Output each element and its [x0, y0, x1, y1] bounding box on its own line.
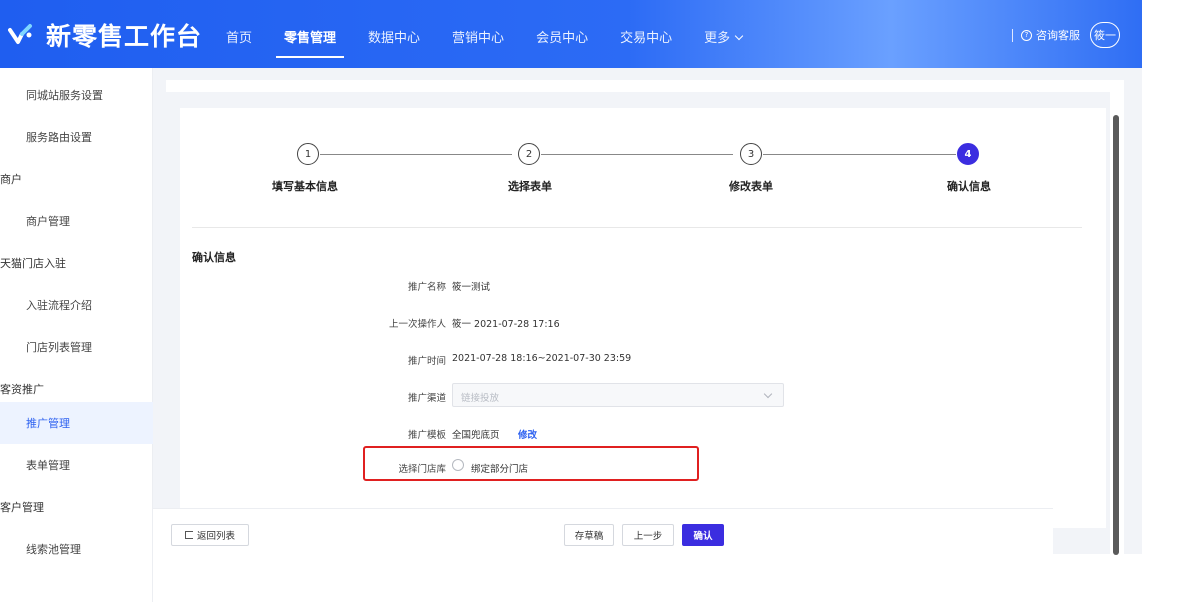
sidebar-item-merchant-manage[interactable]: 商户管理 — [0, 200, 153, 242]
divider — [192, 227, 1082, 228]
nav-item-marketing[interactable]: 营销中心 — [452, 0, 504, 68]
confirm-button[interactable]: 确认 — [682, 524, 724, 546]
user-avatar[interactable]: 筱一 — [1090, 22, 1120, 48]
sidebar-item-form-manage[interactable]: 表单管理 — [0, 444, 153, 486]
step-connector — [320, 154, 512, 155]
footer-bar: 返回列表 存草稿 上一步 确认 — [153, 508, 1053, 554]
promotion-channel-placeholder: 链接投放 — [461, 393, 500, 404]
step-2-label: 选择表单 — [508, 180, 552, 193]
step-1-circle: 1 — [297, 143, 319, 165]
header-actions: ? 咨询客服 筱一 — [1012, 22, 1120, 48]
promotion-name-label: 推广名称 — [407, 282, 446, 293]
sidebar-item-store-list[interactable]: 门店列表管理 — [0, 326, 153, 368]
return-icon — [184, 531, 193, 539]
header-divider — [1012, 28, 1013, 42]
nav-item-data[interactable]: 数据中心 — [368, 0, 420, 68]
step-4-circle: 4 — [957, 143, 979, 165]
last-operator-label: 上一次操作人 — [388, 319, 446, 330]
promotion-channel-label: 推广渠道 — [407, 393, 446, 404]
save-draft-button[interactable]: 存草稿 — [564, 524, 614, 546]
sidebar: 同城站服务设置 服务路由设置 商户 商户管理 天猫门店入驻 入驻流程介绍 门店列… — [0, 68, 153, 602]
edit-template-link[interactable]: 修改 — [518, 427, 537, 441]
nav-item-retail[interactable]: 零售管理 — [276, 0, 345, 68]
step-4-label: 确认信息 — [947, 180, 991, 193]
promotion-time-value: 2021-07-28 18:16~2021-07-30 23:59 — [452, 353, 632, 364]
sidebar-group-tmall-store[interactable]: 天猫门店入驻 — [0, 242, 153, 284]
step-2-circle: 2 — [518, 143, 540, 165]
sidebar-item-onboarding-intro[interactable]: 入驻流程介绍 — [0, 284, 153, 326]
sidebar-item-city-service[interactable]: 同城站服务设置 — [0, 74, 153, 116]
promotion-template-label: 推广模板 — [407, 430, 446, 441]
sidebar-item-promotion-manage[interactable]: 推广管理 — [0, 402, 153, 444]
back-to-list-label: 返回列表 — [196, 531, 235, 542]
brand-title: 新零售工作台 — [46, 22, 203, 51]
headset-icon: ? — [1021, 29, 1032, 41]
customer-service-link[interactable]: 咨询客服 — [1036, 27, 1080, 43]
step-3-label: 修改表单 — [729, 180, 773, 193]
last-operator-value: 筱一 2021-07-28 17:16 — [452, 319, 560, 330]
sidebar-group-merchant[interactable]: 商户 — [0, 158, 153, 200]
step-3-circle: 3 — [740, 143, 762, 165]
bind-partial-stores-radio[interactable] — [452, 459, 464, 471]
content-top-strip — [166, 80, 1121, 92]
promotion-channel-select[interactable]: 链接投放 — [452, 383, 784, 407]
store-library-label: 选择门店库 — [398, 464, 446, 475]
nav-item-member[interactable]: 会员中心 — [536, 0, 588, 68]
nav-item-more[interactable]: 更多 — [704, 0, 744, 68]
bind-partial-stores-label[interactable]: 绑定部分门店 — [471, 461, 528, 475]
promotion-name-value: 筱一测试 — [452, 282, 491, 293]
nav-more-label: 更多 — [704, 31, 731, 46]
main-nav: 首页 零售管理 数据中心 营销中心 会员中心 交易中心 更多 — [226, 0, 774, 68]
scrollbar-thumb[interactable] — [1113, 115, 1119, 555]
step-1-label: 填写基本信息 — [272, 180, 338, 193]
brand-logo-icon — [8, 22, 36, 48]
brand-logo[interactable]: 新零售工作台 — [8, 18, 202, 52]
step-connector — [763, 154, 956, 155]
top-header: 新零售工作台 首页 零售管理 数据中心 营销中心 会员中心 交易中心 更多 ? … — [0, 0, 1142, 68]
step-connector — [541, 154, 733, 155]
previous-step-button[interactable]: 上一步 — [622, 524, 674, 546]
sidebar-item-route-setting[interactable]: 服务路由设置 — [0, 116, 153, 158]
nav-item-home[interactable]: 首页 — [226, 0, 252, 68]
chevron-down-icon — [763, 389, 773, 399]
sidebar-group-customer[interactable]: 客户管理 — [0, 486, 153, 528]
chevron-down-icon — [734, 31, 744, 41]
promotion-time-label: 推广时间 — [407, 356, 446, 367]
nav-item-trade[interactable]: 交易中心 — [620, 0, 672, 68]
sidebar-item-lead-pool[interactable]: 线索池管理 — [0, 528, 153, 570]
promotion-template-value: 全国兜底页 — [452, 430, 500, 441]
back-to-list-button[interactable]: 返回列表 — [171, 524, 249, 546]
section-title: 确认信息 — [192, 251, 236, 264]
